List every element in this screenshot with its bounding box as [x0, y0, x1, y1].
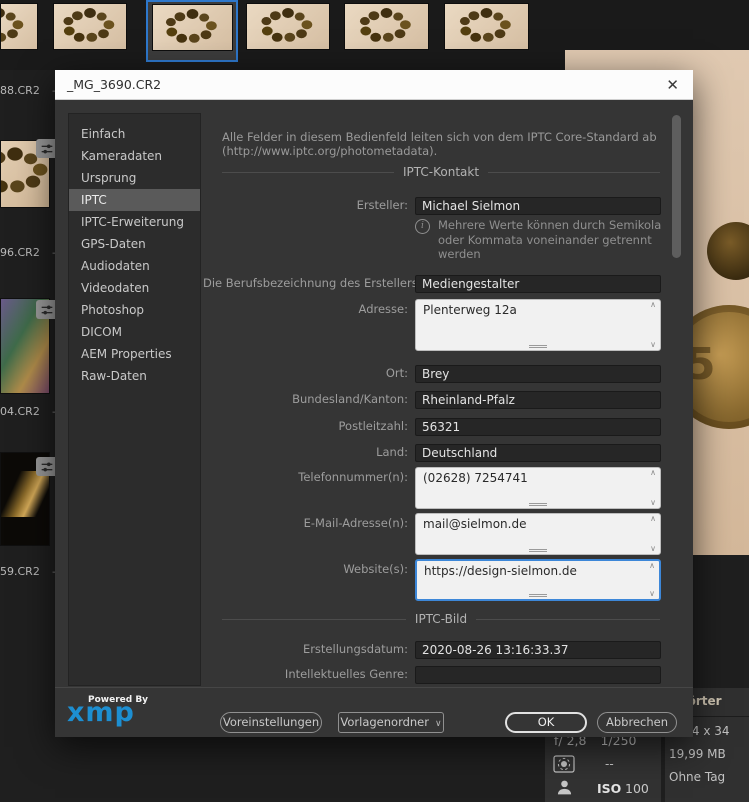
creator-input[interactable] — [415, 197, 661, 215]
section-iptc-bild: IPTC-Bild — [222, 612, 661, 626]
presets-button[interactable]: Voreinstellungen — [220, 712, 322, 733]
dialog-scrollbar-thumb[interactable] — [672, 115, 681, 258]
xmp-logo: xmp — [67, 697, 135, 728]
file-label: 04.CR2 — [0, 405, 40, 418]
panel-description: Alle Felder in diesem Bedienfeld leiten … — [222, 129, 657, 158]
label-status: Ohne Tag — [669, 770, 726, 784]
email-label: E-Mail-Adresse(n): — [303, 516, 408, 530]
file-label: 59.CR2 — [0, 565, 40, 578]
bridge-window: 88.CR2 – 96.CR2 – 04.CR2 – 59.CR2 – 5 hw… — [0, 0, 749, 802]
dialog-title: _MG_3690.CR2 — [67, 77, 162, 92]
genre-input[interactable] — [415, 666, 661, 684]
address-label: Adresse: — [358, 302, 408, 316]
address-textarea[interactable] — [416, 300, 660, 350]
template-folder-dropdown[interactable]: Vorlagenordner ∨ — [338, 712, 444, 733]
metering-value: -- — [605, 757, 614, 771]
phone-label: Telefonnummer(n): — [298, 470, 408, 484]
thumbnail[interactable] — [444, 3, 529, 50]
file-size: 19,99 MB — [669, 747, 726, 761]
website-box-focused: ∧ ∨ — [415, 559, 661, 601]
creator-hint: i Mehrere Werte können durch Semikola od… — [415, 218, 683, 262]
section-iptc-kontakt: IPTC-Kontakt — [222, 165, 661, 179]
email-box: ∧ ∨ — [415, 513, 661, 555]
creation-date-label: Erstellungsdatum: — [302, 642, 408, 656]
email-textarea[interactable] — [416, 514, 660, 554]
dialog-titlebar: _MG_3690.CR2 ✕ — [55, 70, 693, 100]
person-icon — [556, 779, 573, 796]
chevron-down-icon: ∨ — [435, 719, 442, 729]
country-input[interactable] — [415, 444, 661, 462]
state-input[interactable] — [415, 391, 661, 409]
thumbnail-partial[interactable] — [0, 3, 38, 50]
scroll-up-icon[interactable]: ∧ — [650, 300, 656, 309]
phone-box: ∧ ∨ — [415, 467, 661, 509]
thumbnail[interactable] — [53, 3, 127, 50]
ok-button[interactable]: OK — [505, 712, 587, 733]
thumbnail-selected[interactable] — [152, 4, 233, 51]
thumbnail[interactable] — [246, 3, 330, 50]
exposure-placard: f/ 2,8 1/250 -- ISO 100 — [545, 733, 661, 802]
iptc-form: Alle Felder in diesem Bedienfeld leiten … — [55, 100, 693, 687]
scroll-down-icon[interactable]: ∨ — [650, 544, 656, 553]
scroll-up-icon[interactable]: ∧ — [650, 468, 656, 477]
close-icon[interactable]: ✕ — [664, 76, 681, 94]
file-label: 88.CR2 — [0, 84, 40, 97]
coin-small — [707, 222, 749, 280]
metering-icon — [553, 755, 575, 773]
website-label: Website(s): — [343, 562, 408, 576]
resize-grip[interactable] — [529, 594, 547, 595]
genre-label: Intellektuelles Genre: — [284, 667, 408, 681]
iso-value: 100 — [625, 781, 649, 796]
scroll-down-icon[interactable]: ∨ — [649, 589, 655, 598]
iso-label: ISO — [597, 781, 622, 796]
scroll-up-icon[interactable]: ∧ — [650, 514, 656, 523]
thumbnail[interactable] — [344, 3, 429, 50]
resize-grip[interactable] — [529, 503, 547, 504]
postal-code-label: Postleitzahl: — [338, 419, 408, 433]
phone-textarea[interactable] — [416, 468, 660, 508]
file-info-dialog: _MG_3690.CR2 ✕ Einfach Kameradaten Urspr… — [55, 70, 693, 737]
scroll-down-icon[interactable]: ∨ — [650, 340, 656, 349]
scroll-up-icon[interactable]: ∧ — [649, 561, 655, 570]
resize-grip[interactable] — [529, 549, 547, 550]
city-label: Ort: — [385, 366, 408, 380]
file-label: 96.CR2 — [0, 246, 40, 259]
cancel-button[interactable]: Abbrechen — [597, 712, 677, 733]
postal-code-input[interactable] — [415, 418, 661, 436]
city-input[interactable] — [415, 365, 661, 383]
resize-grip[interactable] — [529, 345, 547, 346]
address-box: ∧ ∨ — [415, 299, 661, 351]
job-title-label: Die Berufsbezeichnung des Erstellers: — [203, 276, 422, 290]
country-label: Land: — [376, 445, 408, 459]
dialog-footer: Powered By xmp Voreinstellungen Vorlagen… — [55, 687, 693, 737]
creator-label: Ersteller: — [356, 198, 408, 212]
creation-date-input[interactable] — [415, 641, 661, 659]
job-title-input[interactable] — [415, 275, 661, 293]
info-icon: i — [415, 219, 430, 234]
state-label: Bundesland/Kanton: — [292, 392, 408, 406]
scroll-down-icon[interactable]: ∨ — [650, 498, 656, 507]
